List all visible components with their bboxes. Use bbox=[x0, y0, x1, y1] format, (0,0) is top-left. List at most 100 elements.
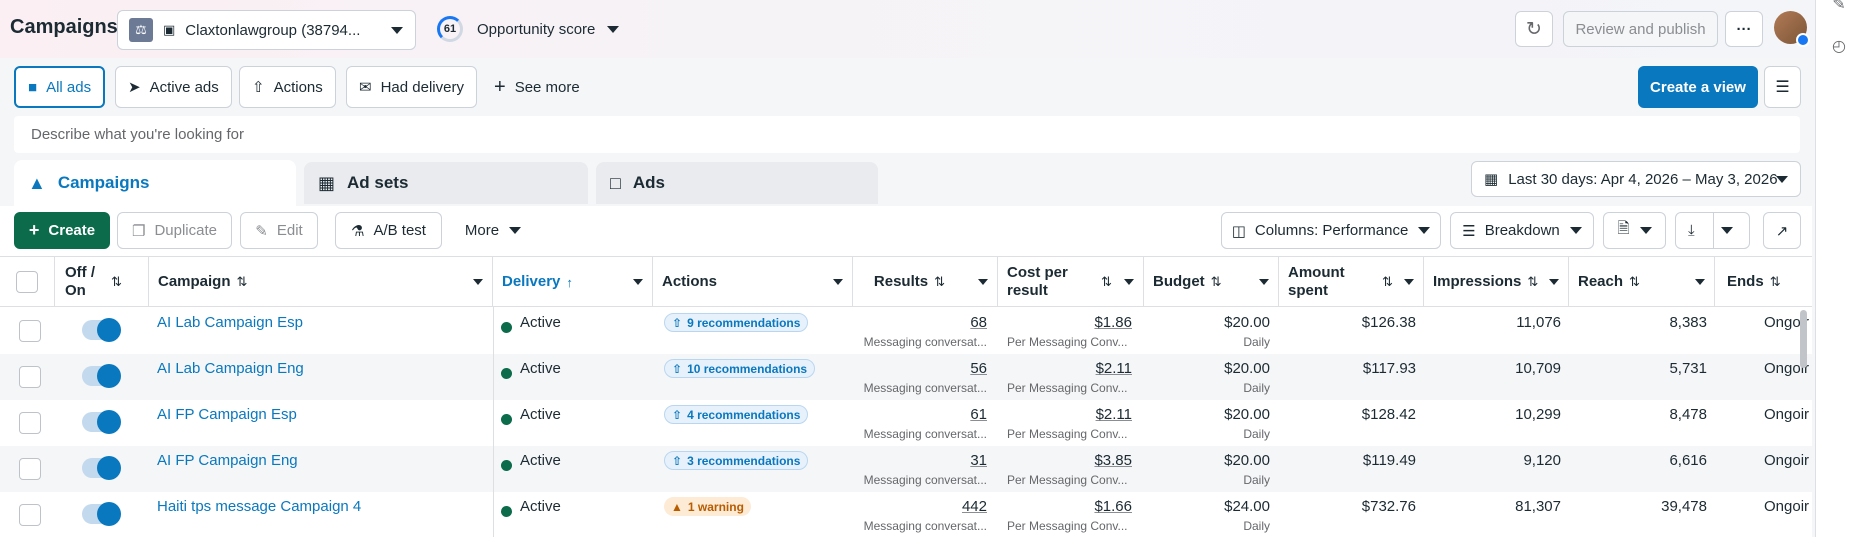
column-label: Budget bbox=[1153, 273, 1205, 290]
breakdown-label: Breakdown bbox=[1484, 222, 1560, 239]
upload-circle-icon: ⇧ bbox=[252, 79, 265, 96]
breakdown-dropdown[interactable]: ☰ Breakdown bbox=[1450, 212, 1594, 249]
results-value[interactable]: 61 bbox=[853, 406, 987, 423]
column-header-delivery[interactable]: Delivery ↑ bbox=[493, 257, 653, 307]
tab-ad-sets[interactable]: ▦ Ad sets bbox=[304, 162, 588, 204]
campaign-name-link[interactable]: AI Lab Campaign Eng bbox=[157, 360, 304, 377]
table-row[interactable]: Haiti tps message Campaign 4 Active ▲ 1 w… bbox=[0, 492, 1812, 537]
table-row[interactable]: AI FP Campaign Esp Active ⇧ 4 recommendat… bbox=[0, 400, 1812, 446]
campaign-toggle[interactable] bbox=[82, 318, 121, 342]
search-input[interactable] bbox=[14, 116, 1800, 153]
date-range-picker[interactable]: ▦ Last 30 days: Apr 4, 2026 – May 3, 202… bbox=[1471, 161, 1801, 197]
filter-all-ads[interactable]: ■ All ads bbox=[14, 66, 106, 108]
cost-per-result-value[interactable]: $2.11 bbox=[998, 406, 1132, 423]
campaign-name-link[interactable]: AI FP Campaign Esp bbox=[157, 406, 297, 423]
duplicate-button[interactable]: ❐ Duplicate bbox=[117, 212, 232, 249]
recommendations-badge[interactable]: ⇧ 4 recommendations bbox=[664, 405, 809, 424]
create-view-button[interactable]: Create a view bbox=[1638, 66, 1758, 108]
column-header-impressions[interactable]: Impressions ⇅ bbox=[1424, 257, 1569, 307]
grid-icon: ▦ bbox=[318, 172, 336, 193]
table-row[interactable]: AI Lab Campaign Esp Active ⇧ 9 recommenda… bbox=[0, 308, 1812, 354]
reports-dropdown[interactable]: 🗎 bbox=[1603, 212, 1666, 249]
history-icon[interactable]: ◴ bbox=[1830, 38, 1848, 56]
facebook-badge-icon bbox=[1796, 33, 1810, 47]
recommendations-badge[interactable]: ⇧ 3 recommendations bbox=[664, 451, 809, 470]
table-row[interactable]: AI FP Campaign Eng Active ⇧ 3 recommendat… bbox=[0, 446, 1812, 492]
tab-campaigns[interactable]: ▲ Campaigns bbox=[14, 160, 296, 206]
refresh-button[interactable]: ↻ bbox=[1515, 11, 1553, 47]
more-dropdown[interactable]: More bbox=[456, 212, 530, 249]
row-checkbox[interactable] bbox=[19, 412, 41, 434]
opportunity-score-ring: 61 bbox=[437, 16, 463, 42]
tab-ad-sets-label: Ad sets bbox=[347, 173, 409, 192]
delivery-status: Active bbox=[520, 360, 561, 377]
create-button[interactable]: + Create bbox=[14, 212, 110, 249]
columns-dropdown[interactable]: ◫ Columns: Performance bbox=[1221, 212, 1441, 249]
column-header-amount-spent[interactable]: Amount spent ⇅ bbox=[1279, 257, 1424, 307]
filter-actions[interactable]: ⇧ Actions bbox=[239, 66, 336, 108]
budget-type: Daily bbox=[1243, 519, 1270, 533]
row-checkbox[interactable] bbox=[19, 366, 41, 388]
campaign-name-link[interactable]: AI Lab Campaign Esp bbox=[157, 314, 303, 331]
column-header-actions[interactable]: Actions bbox=[653, 257, 853, 307]
ab-test-button[interactable]: ⚗ A/B test bbox=[335, 212, 442, 249]
edit-button[interactable]: ✎ Edit bbox=[240, 212, 318, 249]
filter-all-ads-label: All ads bbox=[46, 78, 92, 96]
review-publish-button[interactable]: Review and publish bbox=[1563, 11, 1718, 47]
results-value[interactable]: 68 bbox=[853, 314, 987, 331]
campaign-toggle[interactable] bbox=[82, 456, 121, 480]
column-header-reach[interactable]: Reach ⇅ bbox=[1569, 257, 1715, 307]
campaign-toggle[interactable] bbox=[82, 410, 121, 434]
row-checkbox[interactable] bbox=[19, 320, 41, 342]
sort-icon: ⇅ bbox=[111, 274, 122, 289]
column-header-ends[interactable]: Ends ⇅ bbox=[1715, 257, 1812, 307]
table-scrollbar[interactable] bbox=[1800, 310, 1807, 368]
column-header-off-on[interactable]: Off / On ⇅ bbox=[55, 257, 149, 307]
campaign-name-link[interactable]: Haiti tps message Campaign 4 bbox=[157, 498, 361, 515]
cost-per-result-value[interactable]: $1.66 bbox=[998, 498, 1132, 515]
row-checkbox[interactable] bbox=[19, 504, 41, 526]
sort-ascending-icon: ↑ bbox=[566, 274, 573, 290]
opportunity-score[interactable]: 61 Opportunity score bbox=[437, 14, 620, 44]
create-label: Create bbox=[48, 222, 96, 239]
refresh-icon: ↻ bbox=[1526, 18, 1542, 40]
campaign-toggle[interactable] bbox=[82, 364, 121, 388]
cost-per-result-value[interactable]: $1.86 bbox=[998, 314, 1132, 331]
more-options-button[interactable]: ··· bbox=[1725, 11, 1763, 47]
campaign-toggle[interactable] bbox=[82, 502, 121, 526]
campaign-name-link[interactable]: AI FP Campaign Eng bbox=[157, 452, 298, 469]
cost-per-result-value[interactable]: $2.11 bbox=[998, 360, 1132, 377]
column-header-cost-per-result[interactable]: Cost per result ⇅ bbox=[998, 257, 1144, 307]
column-header-results[interactable]: Results ⇅ bbox=[853, 257, 998, 307]
budget-value: $20.00 bbox=[1224, 452, 1270, 469]
view-settings-button[interactable]: ☰ bbox=[1764, 66, 1801, 108]
column-header-budget[interactable]: Budget ⇅ bbox=[1144, 257, 1279, 307]
chevron-down-icon bbox=[391, 27, 403, 34]
toggle-knob bbox=[97, 364, 121, 388]
column-header-campaign[interactable]: Campaign ⇅ bbox=[149, 257, 493, 307]
recommendations-label: 4 recommendations bbox=[687, 407, 801, 422]
table-row[interactable]: AI Lab Campaign Eng Active ⇧ 10 recommend… bbox=[0, 354, 1812, 400]
cost-per-result-value[interactable]: $3.85 bbox=[998, 452, 1132, 469]
select-all-checkbox[interactable] bbox=[16, 271, 38, 293]
recommendation-icon: ⇧ bbox=[672, 315, 683, 330]
tab-ads[interactable]: □ Ads bbox=[596, 162, 878, 204]
results-value[interactable]: 31 bbox=[853, 452, 987, 469]
see-more-button[interactable]: + See more bbox=[494, 66, 580, 108]
recommendations-badge[interactable]: ⇧ 9 recommendations bbox=[664, 313, 809, 332]
account-selector[interactable]: ⚖ ▣ Claxtonlawgroup (38794... bbox=[117, 10, 416, 50]
pencil-icon[interactable]: ✎ bbox=[1830, 0, 1848, 14]
report-icon: 🗎 bbox=[1617, 220, 1630, 237]
filter-active-ads[interactable]: ➤ Active ads bbox=[115, 66, 232, 108]
export-dropdown[interactable]: ⤓ bbox=[1675, 212, 1750, 249]
avatar[interactable] bbox=[1774, 11, 1810, 47]
warning-badge[interactable]: ▲ 1 warning bbox=[664, 497, 751, 516]
table-header: Off / On ⇅ Campaign ⇅ Delivery ↑ Actions… bbox=[0, 257, 1812, 307]
filter-had-delivery[interactable]: ✉ Had delivery bbox=[346, 66, 477, 108]
row-checkbox[interactable] bbox=[19, 458, 41, 480]
chart-icon: ↗ bbox=[1775, 222, 1789, 240]
recommendations-badge[interactable]: ⇧ 10 recommendations bbox=[664, 359, 816, 378]
results-value[interactable]: 442 bbox=[853, 498, 987, 515]
results-value[interactable]: 56 bbox=[853, 360, 987, 377]
charts-button[interactable]: ↗ bbox=[1763, 212, 1801, 249]
